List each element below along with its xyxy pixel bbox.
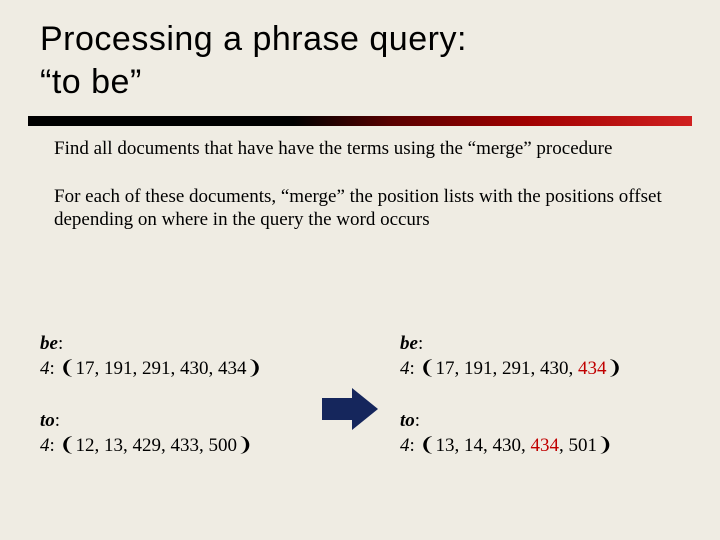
position-list: ❨12, 13, 429, 433, 500❩ [60,435,253,456]
arrow-shaft [322,398,352,420]
colon: : [55,410,60,431]
position-list: ❨17, 191, 291, 430, 434❩ [420,358,623,379]
term-label: to [400,410,415,431]
positions-pre: ❨17, 191, 291, 430, [420,358,578,379]
right-to-block: to: 4: ❨13, 14, 430, 434, 501❩ [400,409,680,458]
arrow-head [352,388,378,430]
paragraph-1: Find all documents that have have the te… [54,138,666,160]
left-be-block: be: 4: ❨17, 191, 291, 430, 434❩ [40,332,300,381]
right-be-block: be: 4: ❨17, 191, 291, 430, 434❩ [400,332,680,381]
position-list: ❨13, 14, 430, 434, 501❩ [420,435,613,456]
doc-id: 4 [400,358,410,379]
colon: : [58,333,63,354]
colon: : [410,435,420,456]
doc-id: 4 [400,435,410,456]
left-to-block: to: 4: ❨12, 13, 429, 433, 500❩ [40,409,300,458]
term-label: be [400,333,418,354]
title-line-1: Processing a phrase query: [40,20,467,58]
paragraph-2: For each of these documents, “merge” the… [54,186,666,231]
colon: : [50,435,60,456]
term-label: be [40,333,58,354]
term-label: to [40,410,55,431]
body-text: Find all documents that have have the te… [54,138,666,257]
example-right-column: be: 4: ❨17, 191, 291, 430, 434❩ to: 4: ❨… [400,332,680,487]
doc-id: 4 [40,358,50,379]
colon: : [50,358,60,379]
arrow-icon [300,384,400,434]
colon: : [418,333,423,354]
positions-pre: ❨13, 14, 430, [420,435,531,456]
position-list: ❨17, 191, 291, 430, 434❩ [60,358,263,379]
colon: : [415,410,420,431]
positions-post: , 501❩ [559,435,613,456]
title-line-2: “to be” [40,63,142,101]
colon: : [410,358,420,379]
example-row: be: 4: ❨17, 191, 291, 430, 434❩ to: 4: ❨… [40,332,680,487]
doc-id: 4 [40,435,50,456]
highlighted-position: 434 [530,435,559,456]
slide-title: Processing a phrase query: “to be” [40,18,467,103]
example-left-column: be: 4: ❨17, 191, 291, 430, 434❩ to: 4: ❨… [40,332,300,487]
positions-post: ❩ [606,358,622,379]
highlighted-position: 434 [578,358,607,379]
title-divider [28,116,692,126]
